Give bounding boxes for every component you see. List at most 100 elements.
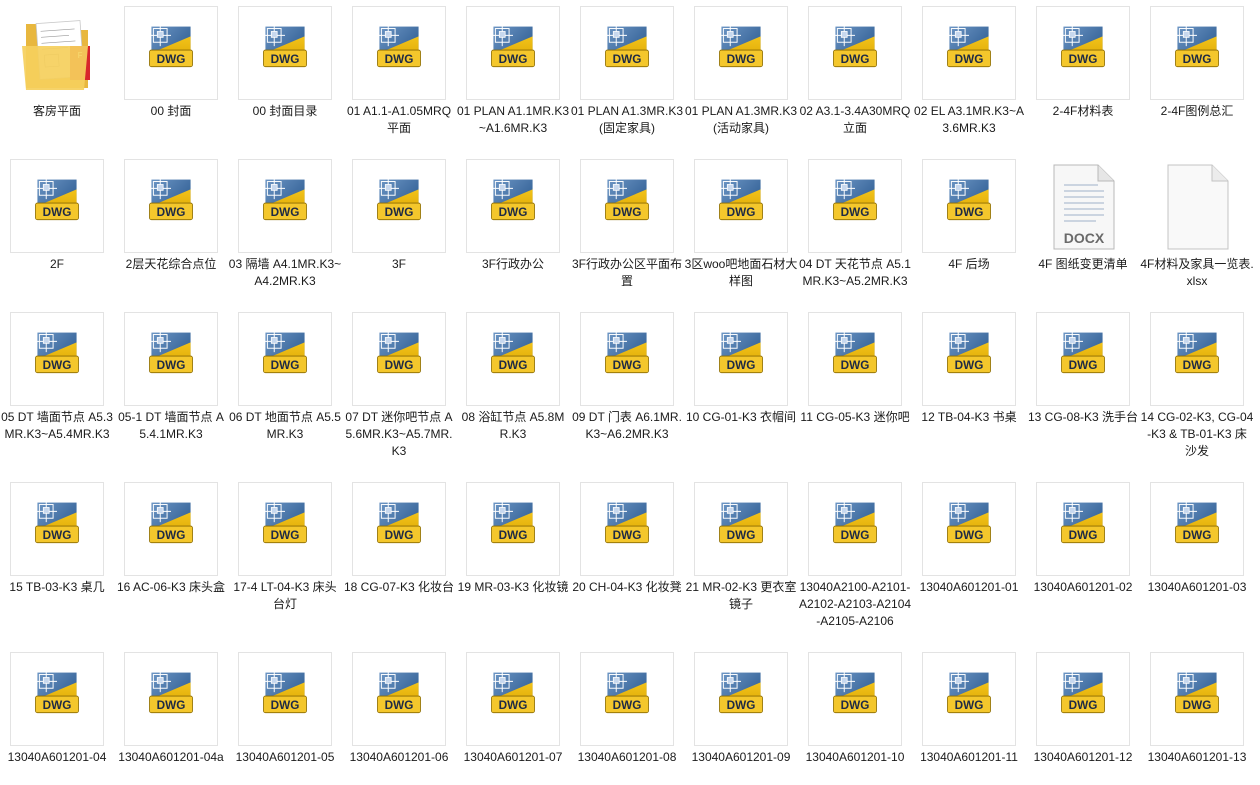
file-name: 03 隔墙 A4.1MR.K3~A4.2MR.K3 [228,257,342,288]
dwg-file-icon: DWG [947,330,991,374]
svg-text:DWG: DWG [1069,359,1098,372]
dwg-file-icon: DWG [719,670,763,714]
file-thumbnail: DWG [10,159,104,253]
file-name: 13040A601201-01 [919,580,1019,594]
file-thumbnail: DWG [1150,652,1244,746]
file-name: 20 CH-04-K3 化妆凳 [572,580,682,594]
svg-text:DWG: DWG [157,529,186,542]
dwg-file-icon: DWG [833,330,877,374]
file-name: 12 TB-04-K3 书桌 [921,410,1017,424]
file-thumbnail: DWG [580,312,674,406]
dwg-file-icon: DWG [377,330,421,374]
file-thumbnail: DWG [238,312,332,406]
file-name: 13040A601201-10 [805,750,905,764]
file-name: 21 MR-02-K3 更衣室镜子 [685,580,797,611]
svg-text:DWG: DWG [385,206,414,219]
file-name: 13040A601201-08 [577,750,677,764]
svg-text:DWG: DWG [43,206,72,219]
file-thumbnail: DWG [124,482,218,576]
svg-text:DWG: DWG [955,206,984,219]
dwg-file-icon: DWG [263,670,307,714]
file-thumbnail: DWG [1036,312,1130,406]
svg-text:DWG: DWG [499,53,528,66]
file-name: 07 DT 迷你吧节点 A5.6MR.K3~A5.7MR.K3 [345,410,453,458]
file-thumbnail: DWG [238,6,332,100]
dwg-file-icon: DWG [149,330,193,374]
svg-text:DWG: DWG [157,359,186,372]
dwg-file-icon: DWG [1175,500,1219,544]
file-thumbnail: DWG [808,312,902,406]
file-thumbnail: DWG [922,159,1016,253]
file-name: 01 PLAN A1.3MR.K3(固定家具) [570,104,684,135]
svg-text:DWG: DWG [385,359,414,372]
svg-text:DWG: DWG [841,699,870,712]
svg-text:DWG: DWG [727,699,756,712]
svg-text:DWG: DWG [157,206,186,219]
dwg-file-icon: DWG [491,24,535,68]
svg-text:DWG: DWG [385,699,414,712]
dwg-file-icon: DWG [491,670,535,714]
svg-text:DWG: DWG [385,53,414,66]
svg-text:DWG: DWG [385,529,414,542]
dwg-file-icon: DWG [149,24,193,68]
file-thumbnail: F [10,6,104,100]
svg-text:DWG: DWG [1069,53,1098,66]
svg-text:DWG: DWG [955,699,984,712]
svg-text:DWG: DWG [955,529,984,542]
file-name: 02 EL A3.1MR.K3~A3.6MR.K3 [914,104,1024,135]
file-name: 08 浴缸节点 A5.8MR.K3 [461,410,565,441]
dwg-file-icon: DWG [149,500,193,544]
dwg-file-icon: DWG [491,330,535,374]
dwg-file-icon: DWG [1061,670,1105,714]
file-thumbnail: DWG [238,159,332,253]
file-name: 17-4 LT-04-K3 床头台灯 [233,580,337,611]
file-thumbnail: DWG [1150,482,1244,576]
dwg-file-icon: DWG [833,670,877,714]
file-name: 15 TB-03-K3 桌几 [9,580,105,594]
file-thumbnail: DWG [808,652,902,746]
file-name: 3F [391,257,406,271]
file-thumbnail: DWG [580,652,674,746]
dwg-file-icon: DWG [263,24,307,68]
file-thumbnail: DWG [694,159,788,253]
svg-text:DWG: DWG [613,529,642,542]
dwg-file-icon: DWG [263,500,307,544]
file-name: 4F 后场 [948,257,990,271]
dwg-file-icon: DWG [1175,24,1219,68]
file-thumbnail: DWG [124,159,218,253]
svg-text:DWG: DWG [841,206,870,219]
dwg-file-icon: DWG [1175,670,1219,714]
dwg-file-icon: DWG [491,500,535,544]
dwg-file-icon: DWG [833,177,877,221]
svg-text:DWG: DWG [727,206,756,219]
file-name: 13040A601201-09 [691,750,791,764]
dwg-file-icon: DWG [377,500,421,544]
dwg-file-icon: DWG [149,670,193,714]
file-name: 19 MR-03-K3 化妆镜 [457,580,569,594]
file-name: 16 AC-06-K3 床头盒 [116,580,226,594]
file-name: 06 DT 地面节点 A5.5MR.K3 [229,410,341,441]
dwg-file-icon: DWG [377,670,421,714]
dwg-file-icon: DWG [377,177,421,221]
file-thumbnail: DWG [10,652,104,746]
file-thumbnail: DWG [1036,482,1130,576]
svg-text:DWG: DWG [271,53,300,66]
dwg-file-icon: DWG [1061,330,1105,374]
file-thumbnail: DWG [808,482,902,576]
file-thumbnail: DWG [352,6,446,100]
file-name: 05-1 DT 墙面节点 A5.4.1MR.K3 [118,410,224,441]
svg-text:DWG: DWG [499,359,528,372]
dwg-file-icon: DWG [1061,24,1105,68]
file-name: 13 CG-08-K3 洗手台 [1027,410,1139,424]
file-name: 3F行政办公区平面布置 [571,257,682,288]
file-thumbnail: DWG [694,652,788,746]
file-thumbnail: DWG [580,482,674,576]
file-name: 13040A601201-04 [7,750,107,764]
file-name: 09 DT 门表 A6.1MR.K3~A6.2MR.K3 [572,410,682,441]
dwg-file-icon: DWG [35,670,79,714]
svg-text:DWG: DWG [613,359,642,372]
dwg-file-icon: DWG [1061,500,1105,544]
dwg-file-icon: DWG [605,24,649,68]
file-name: 4F 图纸变更清单 [1038,257,1128,271]
file-name: 2-4F图例总汇 [1160,104,1234,118]
